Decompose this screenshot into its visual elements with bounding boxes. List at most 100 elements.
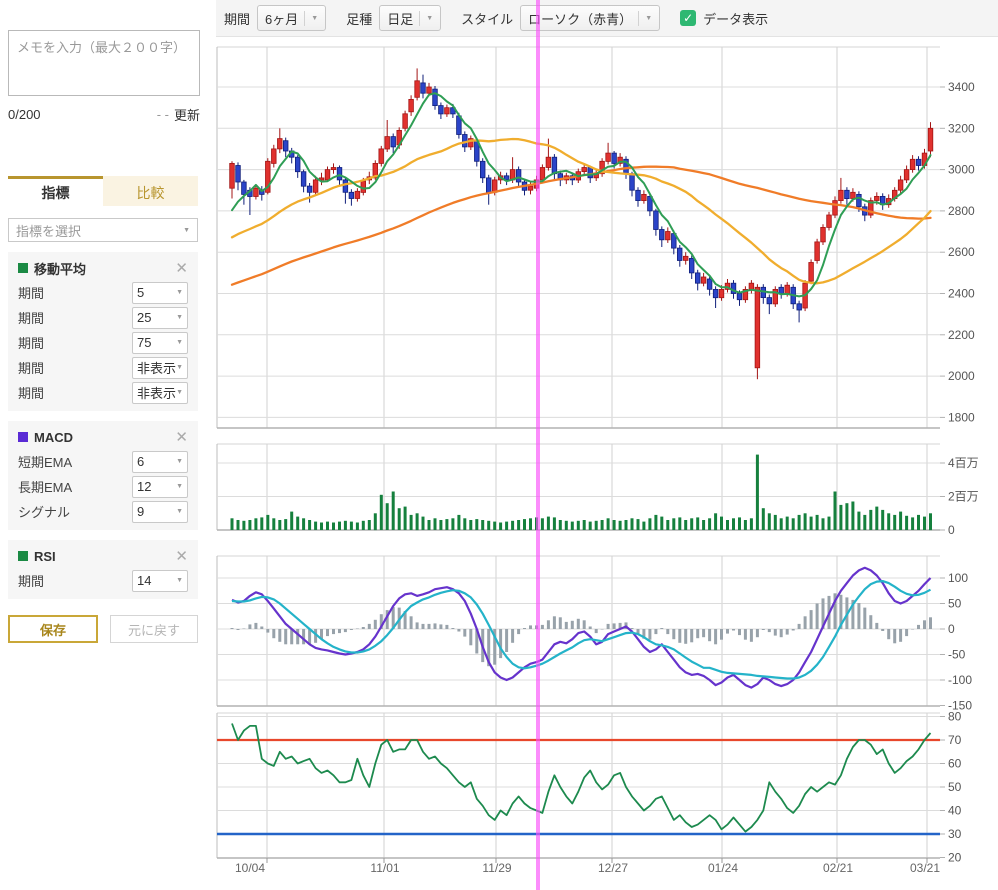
style-group: スタイル ローソク（赤青） ▼ — [461, 5, 660, 31]
param-row: 期間 5▼ — [18, 280, 188, 305]
memo-char-counter: 0/200 — [8, 107, 157, 122]
svg-text:3000: 3000 — [948, 163, 975, 177]
param-value: 5 — [137, 285, 144, 300]
candles-layer — [230, 68, 933, 379]
memo-status-row: 0/200 - - 更新 — [8, 105, 200, 124]
memo-timestamp: - - — [157, 107, 169, 122]
param-select[interactable]: 非表示▼ — [132, 357, 188, 379]
svg-text:-50: -50 — [948, 648, 966, 662]
period-label: 期間 — [224, 9, 250, 28]
style-label: スタイル — [461, 9, 513, 28]
ma-color-swatch — [18, 263, 28, 273]
period-value: 6ヶ月 — [265, 9, 298, 28]
section-title: MACD — [34, 430, 73, 445]
chart-toolbar: 期間 6ヶ月 ▼ 足種 日足 ▼ スタイル ローソク（赤青） — [216, 0, 998, 37]
bartype-label: 足種 — [346, 9, 372, 28]
param-label: 短期EMA — [18, 452, 132, 471]
svg-text:50: 50 — [948, 597, 962, 611]
svg-text:10/04: 10/04 — [235, 861, 265, 875]
chevron-down-icon: ▼ — [176, 577, 183, 584]
param-row: シグナル 9▼ — [18, 499, 188, 524]
param-select[interactable]: 6▼ — [132, 451, 188, 473]
sidebar: 0/200 - - 更新 指標 比較 指標を選択 ▼ 移動平均 ✕ 期間 5▼ … — [0, 0, 216, 890]
data-display-label: データ表示 — [703, 9, 768, 28]
indicator-select[interactable]: 指標を選択 ▼ — [8, 218, 198, 242]
param-label: 期間 — [18, 358, 132, 377]
param-select[interactable]: 5▼ — [132, 282, 188, 304]
close-icon[interactable]: ✕ — [175, 549, 188, 564]
param-value: 9 — [137, 504, 144, 519]
stock-chart-app: 0/200 - - 更新 指標 比較 指標を選択 ▼ 移動平均 ✕ 期間 5▼ … — [0, 0, 998, 890]
param-row: 期間 非表示▼ — [18, 380, 188, 405]
svg-text:01/24: 01/24 — [708, 861, 738, 875]
divider — [638, 11, 639, 26]
bartype-value: 日足 — [387, 9, 413, 28]
tab-compare[interactable]: 比較 — [103, 176, 198, 206]
section-title: RSI — [34, 549, 56, 564]
param-label: 長期EMA — [18, 477, 132, 496]
save-button[interactable]: 保存 — [8, 615, 98, 643]
chevron-down-icon: ▼ — [645, 15, 652, 22]
svg-text:20: 20 — [948, 851, 962, 865]
param-label: 期間 — [18, 308, 132, 327]
divider — [419, 11, 420, 26]
param-select[interactable]: 14▼ — [132, 570, 188, 592]
param-row: 期間 75▼ — [18, 330, 188, 355]
bartype-dropdown[interactable]: 日足 ▼ — [379, 5, 441, 31]
param-value: 75 — [137, 335, 151, 350]
param-label: シグナル — [18, 502, 132, 521]
section-rsi: RSI ✕ 期間 14▼ — [8, 540, 198, 599]
param-row: 期間 25▼ — [18, 305, 188, 330]
svg-text:100: 100 — [948, 571, 968, 585]
svg-text:2400: 2400 — [948, 287, 975, 301]
param-value: 12 — [137, 479, 151, 494]
param-value: 非表示 — [137, 383, 176, 402]
data-display-group: ✓ データ表示 — [680, 9, 768, 28]
svg-text:2600: 2600 — [948, 245, 975, 259]
memo-input[interactable] — [8, 30, 200, 96]
param-select[interactable]: 25▼ — [132, 307, 188, 329]
svg-text:2800: 2800 — [948, 204, 975, 218]
bartype-group: 足種 日足 ▼ — [346, 5, 441, 31]
svg-text:1800: 1800 — [948, 410, 975, 424]
svg-text:03/21: 03/21 — [910, 861, 940, 875]
section-header: RSI ✕ — [18, 544, 188, 568]
param-select[interactable]: 75 ▼ — [132, 332, 188, 354]
close-icon[interactable]: ✕ — [175, 430, 188, 445]
param-row: 期間 14▼ — [18, 568, 188, 593]
sidebar-buttons: 保存 元に戻す — [8, 615, 198, 643]
close-icon[interactable]: ✕ — [175, 261, 188, 276]
svg-text:40: 40 — [948, 804, 962, 818]
indicator-select-placeholder: 指標を選択 — [16, 221, 81, 240]
rsi-layer — [217, 724, 940, 835]
param-select[interactable]: 12▼ — [132, 476, 188, 498]
param-value: 6 — [137, 454, 144, 469]
divider — [304, 11, 305, 26]
svg-text:11/01: 11/01 — [370, 861, 399, 875]
svg-text:2百万: 2百万 — [948, 490, 979, 504]
reset-button[interactable]: 元に戻す — [110, 615, 198, 643]
param-select[interactable]: 非表示▼ — [132, 382, 188, 404]
moving-average-lines — [232, 93, 931, 296]
tab-indicators[interactable]: 指標 — [8, 176, 103, 206]
section-header: MACD ✕ — [18, 425, 188, 449]
svg-text:3200: 3200 — [948, 121, 975, 135]
style-dropdown[interactable]: ローソク（赤青） ▼ — [520, 5, 660, 31]
param-row: 長期EMA 12▼ — [18, 474, 188, 499]
svg-text:60: 60 — [948, 757, 962, 771]
rsi-color-swatch — [18, 551, 28, 561]
data-display-checkbox[interactable]: ✓ — [680, 10, 696, 26]
sidebar-tabs: 指標 比較 — [8, 176, 198, 206]
period-dropdown[interactable]: 6ヶ月 ▼ — [257, 5, 326, 31]
svg-text:11/29: 11/29 — [482, 861, 511, 875]
svg-text:2000: 2000 — [948, 369, 975, 383]
chevron-down-icon: ▼ — [426, 15, 433, 22]
param-label: 期間 — [18, 283, 132, 302]
param-select[interactable]: 9▼ — [132, 501, 188, 523]
param-label: 期間 — [18, 571, 132, 590]
svg-text:0: 0 — [948, 523, 955, 537]
memo-update-button[interactable]: 更新 — [174, 105, 200, 124]
chart-main: 期間 6ヶ月 ▼ 足種 日足 ▼ スタイル ローソク（赤青） — [216, 0, 998, 890]
chevron-down-icon: ▼ — [176, 389, 183, 396]
chevron-down-icon: ▼ — [176, 339, 183, 346]
